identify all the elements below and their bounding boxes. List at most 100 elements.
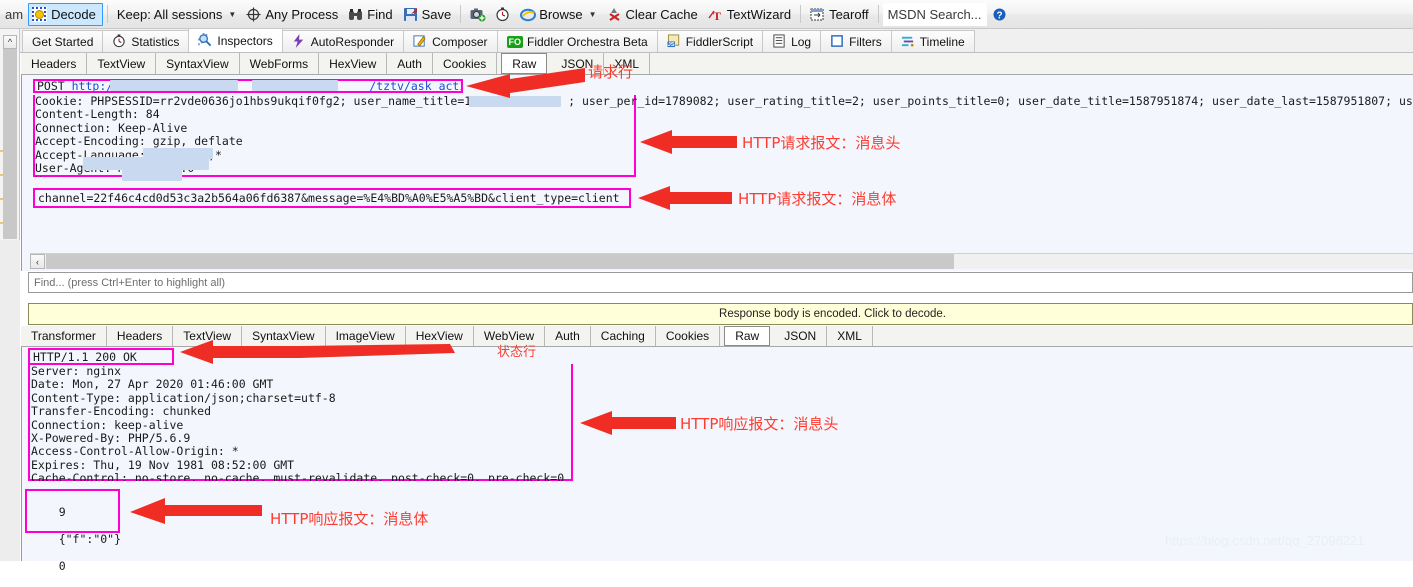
redaction-content-type — [122, 170, 182, 181]
response-subtab-textview-label: TextView — [183, 329, 232, 343]
hscroll-left-arrow[interactable]: ‹ — [30, 254, 45, 269]
toolbar-save-button[interactable]: Save — [398, 3, 457, 26]
vertical-scrollbar-thumb[interactable] — [3, 49, 17, 239]
request-header-line: Accept-Language: zh-CN,en,* — [35, 147, 222, 162]
response-header-line: Server: nginx — [31, 365, 122, 378]
vertical-scrollbar-up-arrow[interactable]: ^ — [3, 35, 17, 49]
request-horizontal-scrollbar[interactable]: ‹ — [30, 253, 1413, 269]
toolbar-msdn-search-input[interactable]: MSDN Search... — [882, 2, 987, 26]
compose-icon — [413, 34, 428, 49]
annotation-label-request-line: 请求行 — [588, 63, 634, 81]
request-subtab-hexview[interactable]: HexView — [319, 53, 388, 74]
response-header-line: Access-Control-Allow-Origin: * — [31, 444, 239, 459]
toolbar-find-label: Find — [367, 6, 393, 22]
response-header-line: Cache-Control: no-store, no-cache, must-… — [31, 471, 565, 481]
help-icon: ? — [992, 7, 1007, 22]
watermark-url: https://blog.csdn.net/qq_27096221 — [1165, 533, 1365, 548]
response-subtab-json[interactable]: JSON — [774, 326, 828, 346]
log-icon — [772, 34, 787, 49]
tab-autoresponder[interactable]: AutoResponder — [281, 30, 405, 52]
redaction-cookie-username — [469, 96, 561, 107]
tab-fiddlerscript[interactable]: JS FiddlerScript — [656, 30, 764, 52]
chevron-down-icon: ▼ — [228, 9, 237, 19]
tab-log-label: Log — [791, 34, 812, 49]
tab-fiddler-orchestra-beta[interactable]: FO Fiddler Orchestra Beta — [496, 30, 658, 52]
request-subtab-raw[interactable]: Raw — [501, 53, 548, 74]
request-subtab-textview[interactable]: TextView — [87, 53, 157, 74]
request-headers-text: Cookie: PHPSESSID=rr2vde0636jo1hbs9ukqif… — [35, 95, 1413, 177]
request-subtab-webforms[interactable]: WebForms — [239, 53, 320, 74]
toolbar-timer-button[interactable] — [490, 3, 515, 26]
toolbar-textwizard-button[interactable]: T TextWizard — [703, 3, 796, 26]
request-subtab-auth[interactable]: Auth — [387, 53, 433, 74]
response-subtab-imageview[interactable]: ImageView — [325, 326, 406, 346]
request-find-placeholder: Find... (press Ctrl+Enter to highlight a… — [34, 276, 226, 289]
response-subtab-transformer[interactable]: Transformer — [21, 326, 107, 346]
response-subtab-cookies[interactable]: Cookies — [655, 326, 721, 346]
filter-icon — [830, 34, 845, 49]
annotation-label-response-header: HTTP响应报文：消息头 — [680, 415, 839, 433]
toolbar-capture-button[interactable] — [465, 3, 490, 26]
tab-timeline[interactable]: Timeline — [890, 30, 975, 52]
tab-filters[interactable]: Filters — [820, 30, 892, 52]
toolbar-msdn-search-label: MSDN Search... — [887, 6, 982, 22]
response-header-line: Expires: Thu, 19 Nov 1981 08:52:00 GMT — [31, 457, 295, 472]
clock-icon-statistics — [112, 34, 127, 49]
response-subtab-caching[interactable]: Caching — [590, 326, 656, 346]
response-subtab-syntaxview[interactable]: SyntaxView — [242, 326, 326, 346]
response-subtab-syntaxview-label: SyntaxView — [252, 329, 315, 343]
ie-icon — [520, 7, 537, 22]
response-subtab-xml[interactable]: XML — [827, 326, 873, 346]
toolbar-textwizard-label: TextWizard — [726, 6, 792, 22]
tab-composer[interactable]: Composer — [403, 30, 498, 52]
toolbar-any-process-button[interactable]: Any Process — [241, 3, 343, 26]
response-subtab-raw[interactable]: Raw — [724, 326, 771, 346]
toolbar-tearoff-button[interactable]: Tearoff — [805, 3, 874, 26]
save-icon — [403, 7, 418, 22]
response-subtab-headers[interactable]: Headers — [106, 326, 174, 346]
tab-fiddler-orchestra-beta-label: Fiddler Orchestra Beta — [527, 34, 648, 49]
request-find-input[interactable]: Find... (press Ctrl+Enter to highlight a… — [28, 272, 1413, 293]
tab-filters-label: Filters — [849, 34, 882, 49]
toolbar-keep-sessions-dropdown[interactable]: Keep: All sessions ▼ — [112, 3, 241, 26]
tab-statistics[interactable]: Statistics — [102, 30, 190, 52]
response-subtab-auth[interactable]: Auth — [545, 326, 591, 346]
response-subtab-cookies-label: Cookies — [665, 329, 710, 343]
response-subtab-transformer-label: Transformer — [31, 329, 96, 343]
request-header-line: Connection: Keep-Alive — [35, 120, 188, 135]
redaction-url-host — [110, 80, 238, 91]
request-subtab-syntaxview[interactable]: SyntaxView — [156, 53, 240, 74]
request-subtab-cookies[interactable]: Cookies — [432, 53, 498, 74]
toolbar-browse-button[interactable]: Browse ▼ — [515, 3, 601, 26]
request-body-text: channel=22f46c4cd0d53c3a2b564a06fd6387&m… — [38, 191, 620, 205]
clock-icon — [495, 7, 510, 22]
response-encoded-notice[interactable]: Response body is encoded. Click to decod… — [28, 303, 1413, 325]
response-subtab-hexview[interactable]: HexView — [405, 326, 474, 346]
tab-get-started-label: Get Started — [32, 34, 94, 49]
request-line-method: POST — [37, 79, 72, 93]
toolbar-browse-label: Browse — [539, 6, 583, 22]
toolbar-any-process-label: Any Process — [265, 6, 339, 22]
tab-timeline-label: Timeline — [919, 34, 965, 49]
clear-cache-icon — [607, 7, 622, 22]
request-subtab-cookies-label: Cookies — [442, 56, 487, 71]
tab-composer-label: Composer — [432, 34, 488, 49]
vertical-scrollbar-track[interactable] — [0, 240, 20, 561]
response-subtab-headers-label: Headers — [116, 329, 163, 343]
hscroll-thumb[interactable] — [46, 254, 954, 269]
tab-log[interactable]: Log — [762, 30, 822, 52]
tab-inspectors[interactable]: Inspectors — [188, 29, 283, 52]
tab-get-started[interactable]: Get Started — [22, 30, 104, 52]
request-header-line: Cookie: PHPSESSID=rr2vde0636jo1hbs9ukqif… — [35, 95, 1413, 108]
response-subtab-textview[interactable]: TextView — [173, 326, 243, 346]
toolbar-help-button[interactable]: ? — [987, 3, 1012, 26]
toolbar-clear-cache-button[interactable]: Clear Cache — [602, 3, 703, 26]
annotation-label-request-header: HTTP请求报文：消息头 — [742, 134, 901, 152]
toolbar-decode-button[interactable]: Decode — [28, 2, 103, 26]
request-header-line: Accept-Encoding: gzip, deflate — [35, 134, 243, 149]
toolbar-find-button[interactable]: Find — [343, 3, 397, 26]
annotation-label-response-body: HTTP响应报文：消息体 — [270, 510, 429, 528]
response-body-line: 0 — [58, 559, 66, 574]
toolbar-tearoff-label: Tearoff — [829, 6, 869, 22]
request-subtab-headers[interactable]: Headers — [21, 53, 88, 74]
